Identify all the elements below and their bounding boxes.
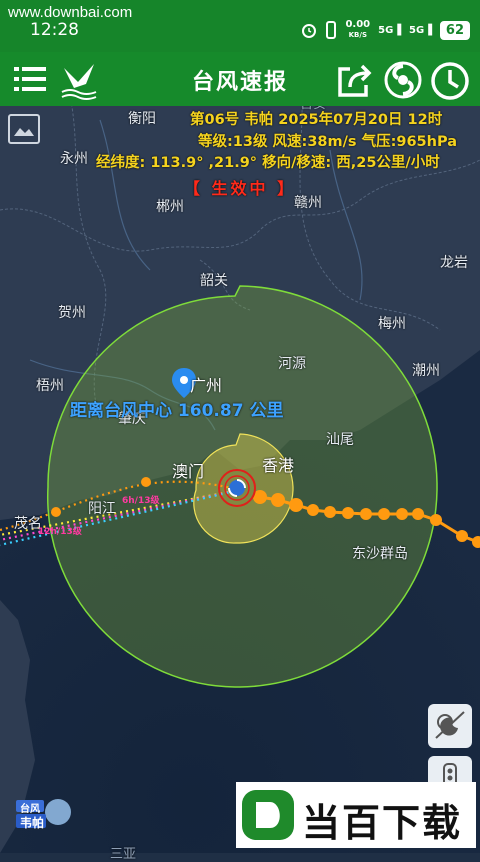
alarm-icon xyxy=(302,24,317,38)
map-layer-button[interactable] xyxy=(8,114,40,144)
city-label: 永州 xyxy=(60,151,88,167)
track-point[interactable] xyxy=(342,507,354,519)
status-time: 12:28 xyxy=(30,20,79,40)
city-label: 衡阳 xyxy=(128,111,156,127)
app-bar: 台风速报 xyxy=(0,52,480,106)
vibrate-icon xyxy=(326,21,337,39)
city-label: 澳门 xyxy=(172,462,205,481)
moon-icon xyxy=(435,711,465,739)
d-logo-icon xyxy=(242,790,294,840)
info-line-coords-movement: 经纬度: 113.9° ,21.9° 移向/移速: 西,25公里/小时 xyxy=(96,155,440,171)
track-point[interactable] xyxy=(324,506,336,518)
city-label: 郴州 xyxy=(156,199,184,215)
track-point[interactable] xyxy=(412,508,424,520)
status-bar: www.downbai.com 12:28 0.00 KB/S 5G▐ 5G▐ 6… xyxy=(0,0,480,52)
image-icon xyxy=(14,128,34,136)
badge-line-2: 韦帕 xyxy=(20,816,45,830)
city-label: 贺州 xyxy=(58,305,86,321)
forecast-label-6h: 6h/13级 xyxy=(122,496,160,506)
typhoon-icon[interactable] xyxy=(384,61,422,99)
clock-icon[interactable] xyxy=(430,61,470,101)
city-label: 香港 xyxy=(262,456,295,475)
forecast-point[interactable] xyxy=(141,477,151,487)
signal-1: 5G▐ xyxy=(378,24,402,36)
city-label: 阳江 xyxy=(88,501,116,517)
city-label: 潮州 xyxy=(412,363,440,379)
city-label: 东沙群岛 xyxy=(352,546,408,562)
city-label: 河源 xyxy=(278,356,306,372)
status-icons: 0.00 KB/S 5G▐ 5G▐ 62 xyxy=(301,18,470,42)
city-label: 汕尾 xyxy=(326,432,354,448)
city-label: 梧州 xyxy=(36,378,64,394)
signal-2-label: 5G xyxy=(409,24,425,36)
forecast-point[interactable] xyxy=(51,507,61,517)
signal-1-label: 5G xyxy=(378,24,394,36)
typhoon-name-badge[interactable]: 台风 韦帕 xyxy=(14,796,74,832)
badge-line-1: 台风 xyxy=(20,804,40,815)
watermark-text: www.downbai.com xyxy=(8,4,133,21)
net-speed-unit: KB/S xyxy=(348,31,367,39)
share-icon[interactable] xyxy=(336,61,374,99)
night-mode-button[interactable] xyxy=(428,704,472,748)
track-point[interactable] xyxy=(271,493,285,507)
download-banner[interactable]: 当百下载 xyxy=(236,782,476,848)
track-point[interactable] xyxy=(396,508,408,520)
net-speed: 0.00 KB/S xyxy=(345,20,370,40)
track-point[interactable] xyxy=(289,498,303,512)
track-point[interactable] xyxy=(430,514,442,526)
signal-2: 5G▐ xyxy=(409,24,432,36)
info-line-level-wind-pressure: 等级:13级 风速:38m/s 气压:965hPa xyxy=(198,134,457,150)
city-label: 广州 xyxy=(190,376,223,395)
status-effective-label: 【 生效中 】 xyxy=(183,179,297,198)
city-label: 韶关 xyxy=(200,273,228,289)
city-label: 龙岩 xyxy=(440,255,468,271)
forecast-label-12h: 12h/13级 xyxy=(38,527,82,537)
track-point[interactable] xyxy=(456,530,468,542)
typhoon-center-marker xyxy=(218,469,256,507)
net-speed-value: 0.00 xyxy=(345,19,371,30)
info-line-name-time: 第06号 韦帕 2025年07月20日 12时 xyxy=(190,112,443,128)
battery-indicator: 62 xyxy=(439,20,470,40)
track-point[interactable] xyxy=(307,504,319,516)
city-label: 梅州 xyxy=(378,316,406,332)
distance-to-center-label: 距离台风中心 160.87 公里 xyxy=(70,401,284,421)
track-point[interactable] xyxy=(378,508,390,520)
banner-text: 当百下载 xyxy=(302,801,463,845)
track-point[interactable] xyxy=(360,508,372,520)
